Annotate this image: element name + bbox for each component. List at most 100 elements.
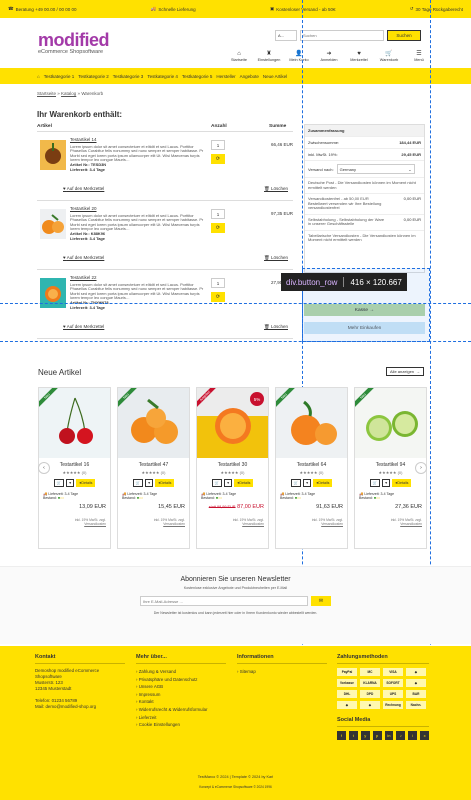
- card-buttons: 🛒 ♥ ● Details: [197, 479, 268, 487]
- wishlist-link[interactable]: ♥ Merkzettel: [348, 51, 370, 62]
- x-icon[interactable]: x: [420, 731, 429, 740]
- product-name-link[interactable]: Testartikel 20: [70, 206, 205, 212]
- wishlist-link[interactable]: ♥ Auf den Merkzettel: [63, 255, 104, 261]
- qty-input[interactable]: 1: [211, 140, 225, 150]
- heart-icon[interactable]: ♥: [224, 479, 233, 487]
- cart-icon[interactable]: 🛒: [211, 479, 223, 487]
- search-button[interactable]: Suchen: [387, 30, 421, 41]
- login-link[interactable]: ➜ Anmelden: [318, 51, 340, 62]
- breadcrumb-home[interactable]: Startseite: [37, 91, 56, 96]
- checkout-button[interactable]: Kasse →: [304, 304, 425, 316]
- breadcrumb-catalog[interactable]: Katalog: [61, 91, 76, 96]
- product-card[interactable]: Neu Testartikel 47 ★★★★★ (0) 🛒 ♥ ● Details…: [117, 387, 190, 549]
- product-image[interactable]: [40, 140, 66, 170]
- product-image[interactable]: Angebot 5%: [197, 388, 268, 458]
- product-image[interactable]: Neu: [39, 388, 110, 458]
- qty-input[interactable]: 1: [211, 278, 225, 288]
- heart-icon[interactable]: ♥: [66, 479, 75, 487]
- show-all-button[interactable]: Alle anzeigen →: [386, 367, 425, 376]
- details-button[interactable]: ● Details: [313, 479, 333, 487]
- wishlist-link[interactable]: ♥ Auf den Merkzettel: [63, 186, 104, 192]
- search-input[interactable]: [300, 30, 384, 41]
- pinterest-icon[interactable]: p: [372, 731, 382, 740]
- footer-link[interactable]: › Zahlung & Versand: [136, 668, 226, 676]
- slider-next-icon[interactable]: ›: [415, 462, 427, 474]
- dpd-icon: DPD: [360, 690, 380, 698]
- newsletter-form: ✉: [0, 596, 471, 606]
- footer-link[interactable]: › Cookie Einstellungen: [136, 721, 226, 729]
- facebook-icon[interactable]: f: [337, 731, 346, 740]
- product-image[interactable]: [40, 209, 66, 239]
- product-name-link[interactable]: Testartikel 22: [70, 275, 205, 281]
- nav-item[interactable]: Testkategorie 3: [113, 74, 144, 79]
- qty-input[interactable]: 1: [211, 209, 225, 219]
- cart-icon[interactable]: 🛒: [369, 479, 381, 487]
- product-card[interactable]: Neu Testartikel 64 ★★★★★ (0) 🛒 ♥ ● Details…: [275, 387, 348, 549]
- tiktok-icon[interactable]: ♪: [396, 731, 406, 740]
- product-name-link[interactable]: Testartikel 14: [70, 137, 205, 143]
- settings-link[interactable]: ♜ Einstellungen: [258, 51, 281, 62]
- cart-icon[interactable]: 🛒: [53, 479, 65, 487]
- nav-item[interactable]: Testkategorie 4: [147, 74, 178, 79]
- footer-link[interactable]: › Unsere AGB: [136, 683, 226, 691]
- details-button[interactable]: ● Details: [155, 479, 175, 487]
- cart-icon[interactable]: 🛒: [290, 479, 302, 487]
- country-select[interactable]: Germany ⌄: [336, 164, 415, 174]
- delete-link[interactable]: 🗑 Löschen: [264, 186, 288, 192]
- menu-link[interactable]: ☰ Menü: [408, 51, 430, 62]
- cart-link[interactable]: 🛒 Warenkorb: [378, 51, 400, 62]
- delete-link[interactable]: 🗑 Löschen: [264, 324, 288, 330]
- footer-link[interactable]: › Widerrufsrecht & Widerrufsformular: [136, 706, 226, 714]
- delete-link[interactable]: 🗑 Löschen: [264, 255, 288, 261]
- nav-item[interactable]: Testkategorie 2: [78, 74, 109, 79]
- product-name[interactable]: Testartikel 30: [197, 462, 268, 468]
- footer-link[interactable]: › Lieferzeit: [136, 714, 226, 722]
- linkedin-icon[interactable]: in: [384, 731, 394, 740]
- heart-icon[interactable]: ♥: [382, 479, 391, 487]
- email-link[interactable]: Mail: demo@modified-shop.org: [35, 704, 125, 710]
- product-name[interactable]: Testartikel 47: [118, 462, 189, 468]
- footer-link[interactable]: › Kontakt: [136, 698, 226, 706]
- slider-prev-icon[interactable]: ‹: [38, 462, 50, 474]
- heart-icon[interactable]: ♥: [303, 479, 312, 487]
- home-icon[interactable]: ⌂: [37, 74, 40, 79]
- footer-link[interactable]: › Impressum: [136, 691, 226, 699]
- newsletter-email-input[interactable]: [140, 596, 308, 606]
- logo[interactable]: modified eCommerce Shopsoftware: [38, 31, 110, 55]
- home-link[interactable]: ⌂ Startseite: [228, 51, 250, 62]
- product-image[interactable]: Neu: [276, 388, 347, 458]
- product-image[interactable]: [40, 278, 66, 308]
- wishlist-link[interactable]: ♥ Auf den Merkzettel: [63, 324, 104, 330]
- product-name[interactable]: Testartikel 64: [276, 462, 347, 468]
- refresh-icon[interactable]: ⟳: [211, 223, 225, 233]
- continue-shopping-button[interactable]: Mehr Einkaufen: [304, 322, 425, 334]
- account-link[interactable]: 👤 Mein Konto: [288, 51, 310, 62]
- footer-info: Informationen › Sitemap: [237, 654, 327, 676]
- footer-link[interactable]: › Privatsphäre und Datenschutz: [136, 676, 226, 684]
- newsletter-submit-button[interactable]: ✉: [311, 596, 331, 606]
- product-image[interactable]: Neu: [118, 388, 189, 458]
- youtube-icon[interactable]: y: [360, 731, 370, 740]
- refresh-icon[interactable]: ⟳: [211, 154, 225, 164]
- heart-icon[interactable]: ♥: [145, 479, 154, 487]
- nav-item[interactable]: Testkategorie 5: [182, 74, 213, 79]
- nav-item[interactable]: Neue Artikel: [263, 74, 287, 79]
- nav-item[interactable]: Testkategorie 1: [44, 74, 75, 79]
- row-sum: 66,46 EUR: [270, 142, 293, 147]
- cart-icon[interactable]: 🛒: [132, 479, 144, 487]
- search-category-select[interactable]: A...: [275, 30, 297, 41]
- twitter-icon[interactable]: t: [348, 731, 358, 740]
- details-button[interactable]: ● Details: [392, 479, 412, 487]
- nav-item[interactable]: Hersteller: [216, 74, 235, 79]
- details-button[interactable]: ● Details: [234, 479, 254, 487]
- product-card[interactable]: Angebot 5% Testartikel 30 ★★★★★ (0) 🛒 ♥ ● …: [196, 387, 269, 549]
- card-buttons: 🛒 ♥ ● Details: [355, 479, 426, 487]
- instagram-icon[interactable]: i: [408, 731, 418, 740]
- nav-item[interactable]: Angebote: [240, 74, 259, 79]
- user-icon: 👤: [295, 51, 303, 57]
- refresh-icon[interactable]: ⟳: [211, 292, 225, 302]
- category-nav: ⌂ Testkategorie 1 Testkategorie 2 Testkat…: [0, 68, 471, 84]
- details-button[interactable]: ● Details: [76, 479, 96, 487]
- product-image[interactable]: Neu: [355, 388, 426, 458]
- footer-link[interactable]: › Sitemap: [237, 668, 327, 676]
